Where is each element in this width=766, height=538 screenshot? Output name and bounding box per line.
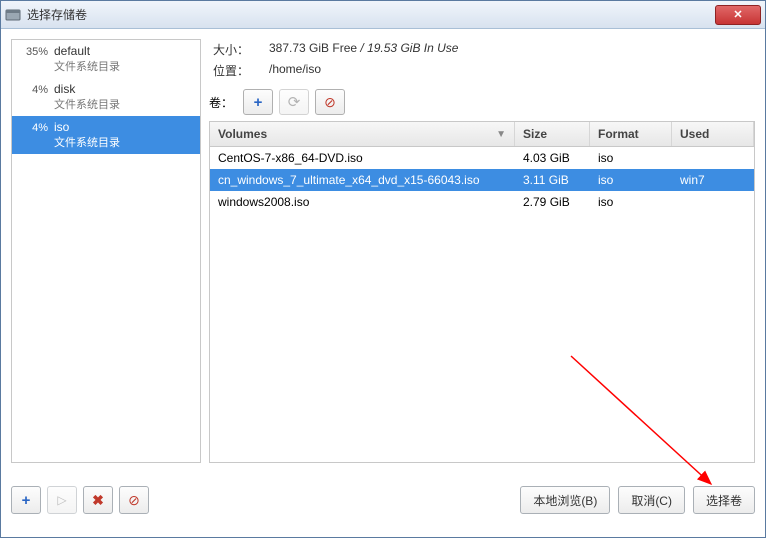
cell-size: 2.79 GiB (515, 191, 590, 213)
volume-label: 卷： (209, 94, 237, 111)
sidebar-item-default[interactable]: 35% default 文件系统目录 (12, 40, 200, 78)
cell-name: windows2008.iso (210, 191, 515, 213)
storage-pool-sidebar: 35% default 文件系统目录 4% disk 文件系统目录 4% iso… (11, 39, 201, 463)
stop-icon: ⊘ (128, 492, 140, 509)
usage-percent: 4% (18, 82, 48, 112)
cell-used (672, 191, 754, 213)
pool-name: disk (54, 82, 194, 96)
cell-format: iso (590, 147, 672, 169)
usage-percent: 35% (18, 44, 48, 74)
pool-info: 大小： 387.73 GiB Free / 19.53 GiB In Use 位… (209, 39, 755, 89)
table-row[interactable]: cn_windows_7_ultimate_x64_dvd_x15-66043.… (210, 169, 754, 191)
sidebar-item-iso[interactable]: 4% iso 文件系统目录 (12, 116, 200, 154)
cell-used (672, 147, 754, 169)
main-panel: 大小： 387.73 GiB Free / 19.53 GiB In Use 位… (209, 39, 755, 463)
pool-name: iso (54, 120, 194, 134)
start-pool-button[interactable]: ▷ (47, 486, 77, 514)
location-label: 位置： (213, 62, 269, 79)
footer-right-actions: 本地浏览(B) 取消(C) 选择卷 (520, 486, 755, 514)
cell-used: win7 (672, 169, 754, 191)
pool-name: default (54, 44, 194, 58)
cell-size: 4.03 GiB (515, 147, 590, 169)
header-volumes[interactable]: Volumes ▼ (210, 122, 515, 146)
add-volume-button[interactable]: + (243, 89, 273, 115)
titlebar: 选择存储卷 ✕ (1, 1, 765, 29)
delete-pool-button[interactable]: ✖ (83, 486, 113, 514)
table-row[interactable]: windows2008.iso 2.79 GiB iso (210, 191, 754, 213)
content-area: 35% default 文件系统目录 4% disk 文件系统目录 4% iso… (1, 29, 765, 473)
usage-percent: 4% (18, 120, 48, 150)
sort-desc-icon: ▼ (496, 129, 506, 140)
add-pool-button[interactable]: + (11, 486, 41, 514)
pool-type: 文件系统目录 (54, 96, 194, 112)
stop-pool-button[interactable]: ⊘ (119, 486, 149, 514)
plus-icon: + (22, 492, 31, 509)
header-size[interactable]: Size (515, 122, 590, 146)
footer-left-actions: + ▷ ✖ ⊘ (11, 486, 149, 514)
table-body: CentOS-7-x86_64-DVD.iso 4.03 GiB iso cn_… (210, 147, 754, 213)
cell-format: iso (590, 169, 672, 191)
close-button[interactable]: ✕ (715, 5, 761, 25)
cell-format: iso (590, 191, 672, 213)
window-title: 选择存储卷 (27, 6, 715, 23)
refresh-icon: ⟳ (288, 93, 301, 111)
app-icon (5, 8, 21, 22)
browse-local-button[interactable]: 本地浏览(B) (520, 486, 610, 514)
size-value: 387.73 GiB Free / 19.53 GiB In Use (269, 41, 458, 58)
dialog-window: 选择存储卷 ✕ 35% default 文件系统目录 4% disk 文件系统目… (0, 0, 766, 538)
table-row[interactable]: CentOS-7-x86_64-DVD.iso 4.03 GiB iso (210, 147, 754, 169)
play-icon: ▷ (57, 493, 66, 507)
header-used[interactable]: Used (672, 122, 754, 146)
pool-type: 文件系统目录 (54, 58, 194, 74)
delete-volume-button[interactable]: ⊘ (315, 89, 345, 115)
refresh-volume-button[interactable]: ⟳ (279, 89, 309, 115)
dialog-footer: + ▷ ✖ ⊘ 本地浏览(B) 取消(C) 选择卷 (1, 473, 765, 527)
cancel-button[interactable]: 取消(C) (618, 486, 685, 514)
pool-type: 文件系统目录 (54, 134, 194, 150)
location-value: /home/iso (269, 62, 321, 79)
close-icon: ✕ (733, 8, 742, 21)
cell-name: cn_windows_7_ultimate_x64_dvd_x15-66043.… (210, 169, 515, 191)
plus-icon: + (254, 94, 263, 111)
header-format[interactable]: Format (590, 122, 672, 146)
volume-toolbar: 卷： + ⟳ ⊘ (209, 89, 755, 115)
table-header: Volumes ▼ Size Format Used (210, 122, 754, 147)
size-label: 大小： (213, 41, 269, 58)
stop-icon: ⊘ (324, 94, 336, 111)
select-volume-button[interactable]: 选择卷 (693, 486, 755, 514)
delete-icon: ✖ (92, 492, 104, 509)
cell-name: CentOS-7-x86_64-DVD.iso (210, 147, 515, 169)
cell-size: 3.11 GiB (515, 169, 590, 191)
sidebar-item-disk[interactable]: 4% disk 文件系统目录 (12, 78, 200, 116)
volumes-table: Volumes ▼ Size Format Used CentOS-7-x86_… (209, 121, 755, 463)
